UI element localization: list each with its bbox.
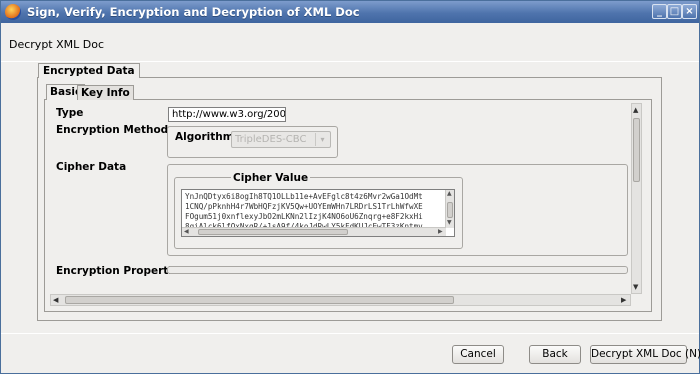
application-window: Sign, Verify, Encryption and Decryption … <box>0 0 700 374</box>
back-button[interactable]: Back <box>529 345 581 364</box>
scroll-down-arrow-icon[interactable]: ▼ <box>447 219 452 227</box>
scroll-left-arrow-icon[interactable]: ◀ <box>53 295 58 305</box>
type-input[interactable]: http://www.w3.org/2001/04/xmlenc#Element <box>168 107 286 122</box>
cipher-value-label: Cipher Value <box>231 172 311 184</box>
algorithm-label: Algorithm <box>175 131 234 143</box>
header-divider <box>1 61 699 62</box>
cipher-value-textarea[interactable]: YnJnQDtyx6i8ogIh8TQ1OLLb11e+AvEFglc8t4z6… <box>181 189 455 237</box>
cipher-value-vertical-scrollbar[interactable]: ▲ ▼ <box>445 190 454 228</box>
encryption-properties-label: Encryption Properties <box>56 265 186 277</box>
window-title: Sign, Verify, Encryption and Decryption … <box>27 5 360 19</box>
tab-encrypted-data[interactable]: Encrypted Data <box>38 63 140 78</box>
scroll-up-arrow-icon[interactable]: ▲ <box>633 105 638 115</box>
form-horizontal-thumb[interactable] <box>65 296 454 304</box>
encryption-method-label: Encryption Method <box>56 124 169 136</box>
close-button[interactable]: × <box>682 4 697 19</box>
cancel-button[interactable]: Cancel <box>452 345 504 364</box>
chevron-down-icon: ▾ <box>315 133 329 146</box>
cipher-data-label: Cipher Data <box>56 161 127 173</box>
scroll-right-arrow-icon[interactable]: ▶ <box>438 228 443 236</box>
form-vertical-thumb[interactable] <box>633 118 640 182</box>
algorithm-select[interactable]: TripleDES-CBC ▾ <box>231 131 331 148</box>
cipher-value-text: YnJnQDtyx6i8ogIh8TQ1OLLb11e+AvEFglc8t4z6… <box>185 192 423 231</box>
scroll-up-arrow-icon[interactable]: ▲ <box>447 190 452 198</box>
type-label: Type <box>56 107 84 119</box>
scroll-right-arrow-icon[interactable]: ▶ <box>621 295 626 305</box>
scroll-left-arrow-icon[interactable]: ◀ <box>184 228 189 236</box>
maximize-button[interactable]: □ <box>667 4 682 19</box>
tab-key-info[interactable]: Key Info <box>77 85 134 100</box>
footer-divider <box>1 333 699 334</box>
form-vertical-scrollbar[interactable]: ▲ ▼ <box>631 103 642 294</box>
page-title: Decrypt XML Doc <box>9 38 105 51</box>
encryption-properties-field[interactable] <box>167 266 628 274</box>
firefox-app-icon <box>5 4 21 20</box>
form-scroll-viewport: Type http://www.w3.org/2001/04/xmlenc#El… <box>50 103 631 294</box>
cipher-value-horizontal-thumb[interactable] <box>198 229 348 235</box>
title-bar[interactable]: Sign, Verify, Encryption and Decryption … <box>1 1 699 23</box>
form-horizontal-scrollbar[interactable]: ◀ ▶ <box>50 294 631 306</box>
minimize-button[interactable]: _ <box>652 4 667 19</box>
cipher-value-vertical-thumb[interactable] <box>447 202 453 218</box>
decrypt-xml-doc-button[interactable]: Decrypt XML Doc (N) <box>590 345 700 364</box>
algorithm-selected-value: TripleDES-CBC <box>235 134 307 145</box>
scroll-down-arrow-icon[interactable]: ▼ <box>633 282 638 292</box>
cipher-value-horizontal-scrollbar[interactable]: ◀ ▶ <box>182 227 446 236</box>
